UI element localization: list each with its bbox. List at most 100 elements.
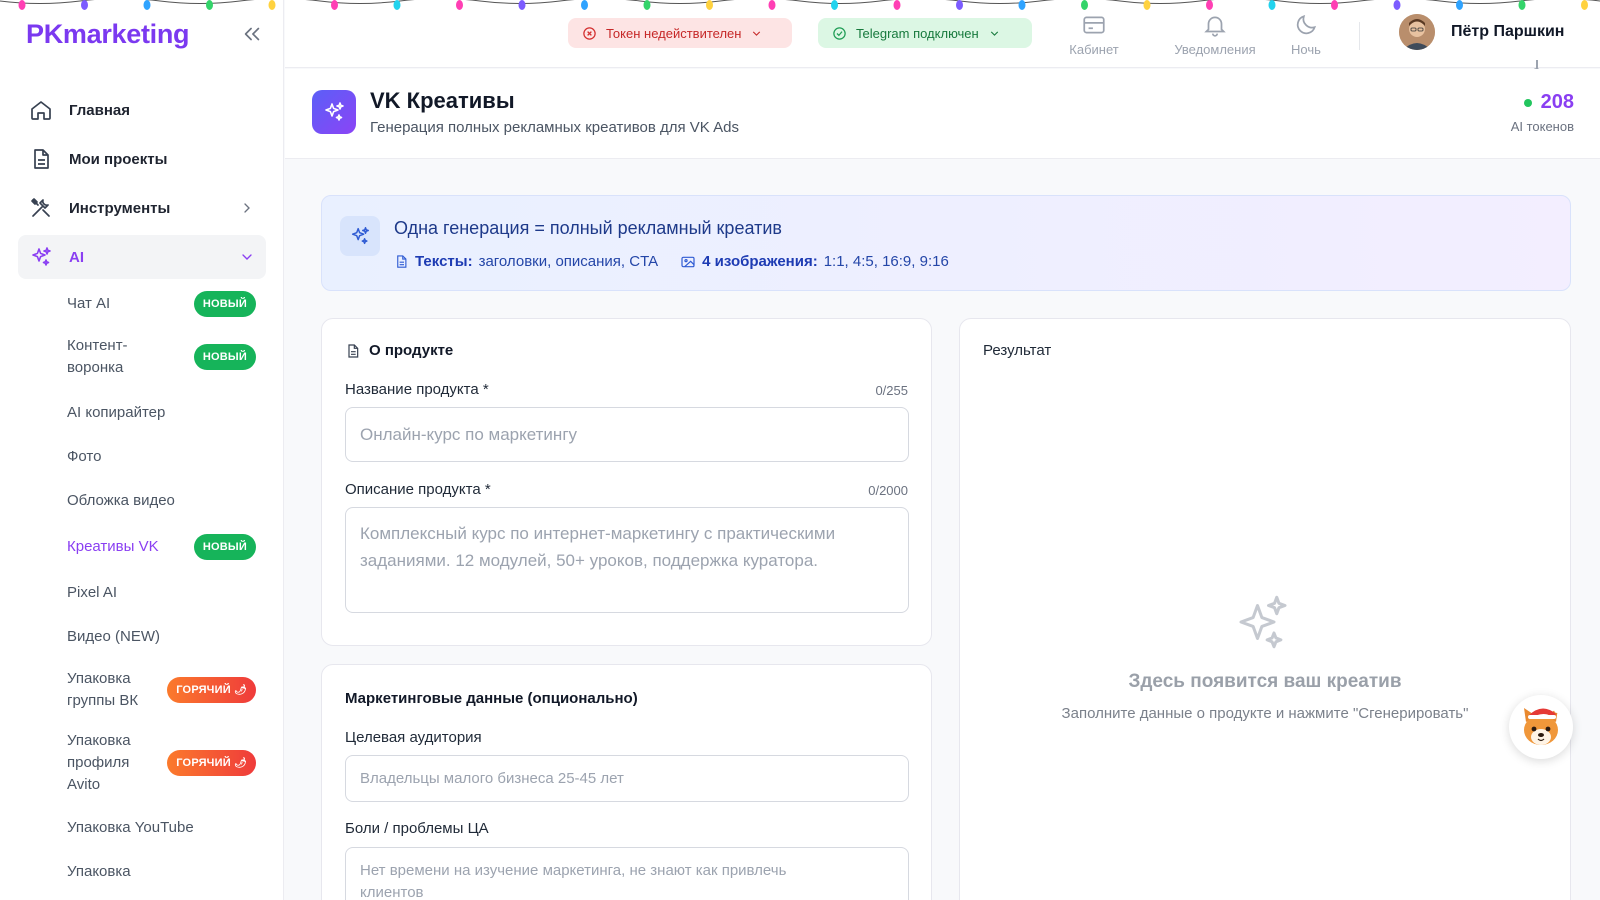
status-dot	[1523, 98, 1532, 107]
result-title: Результат	[983, 342, 1052, 359]
logo[interactable]: PKmarketing	[26, 19, 190, 50]
top-bar: Токен недействителен Telegram подключен …	[285, 0, 1600, 68]
double-chevron-left-icon	[244, 27, 260, 41]
nav-item-tools[interactable]: Инструменты	[18, 186, 266, 230]
nav-item-projects[interactable]: Мои проекты	[18, 137, 266, 181]
nav-item-label: Инструменты	[69, 199, 171, 217]
bell-icon	[1204, 16, 1226, 37]
sparkles-icon	[340, 216, 380, 256]
product-description-textarea[interactable]: Комплексный курс по интернет-маркетингу …	[345, 507, 909, 613]
ai-submenu: Чат AI НОВЫЙ Контент- воронка НОВЫЙ AI к…	[18, 285, 266, 891]
document-icon	[397, 255, 407, 268]
pains-textarea[interactable]: Нет времени на изучение маркетинга, не з…	[345, 847, 909, 900]
chevron-down-icon	[990, 30, 998, 36]
x-circle-icon	[583, 26, 596, 40]
notifications-label: Уведомления	[1174, 42, 1256, 57]
sidebar-item-pixel-ai[interactable]: Pixel AI	[67, 574, 256, 612]
sidebar-item-chat-ai[interactable]: Чат AI НОВЫЙ	[67, 285, 256, 323]
sidebar-item-content-funnel[interactable]: Контент- воронка НОВЫЙ	[67, 330, 256, 384]
product-description-placeholder: Комплексный курс по интернет-маркетингу …	[360, 524, 836, 570]
tokens-value: 208	[1540, 91, 1574, 113]
notifications-button[interactable]: Уведомления	[1159, 12, 1271, 57]
sidebar-item-vk-creatives[interactable]: Креативы VK НОВЫЙ	[67, 528, 256, 566]
nav-item-label: Главная	[69, 101, 131, 119]
banner-title: Одна генерация = полный рекламный креати…	[394, 218, 782, 238]
image-icon	[681, 256, 695, 267]
sidebar-item-avito-pack[interactable]: Упаковка профиля Avito ГОРЯЧИЙ 🌶	[67, 725, 256, 801]
product-description-label: Описание продукта *	[345, 481, 491, 498]
pains-placeholder: Нет времени на изучение маркетинга, не з…	[360, 862, 787, 900]
sidebar-item-label: Упаковка группы ВК	[67, 670, 139, 709]
product-card: О продукте Название продукта * 0/255 Онл…	[321, 318, 932, 646]
empty-state: Здесь появится ваш креатив Заполните дан…	[960, 671, 1570, 722]
result-card: Результат Здесь появится ваш креатив Зап…	[959, 318, 1571, 900]
night-label: Ночь	[1291, 42, 1321, 57]
new-badge: НОВЫЙ	[193, 344, 256, 370]
telegram-status-dropdown[interactable]: Telegram подключен	[818, 18, 1032, 48]
sidebar-item-video-new[interactable]: Видео (NEW)	[67, 618, 256, 656]
chevron-right-icon	[238, 199, 256, 217]
home-icon	[28, 97, 54, 123]
sidebar-item-label: Обложка видео	[67, 492, 175, 509]
token-status-label: Токен недействителен	[606, 25, 742, 41]
night-mode-toggle[interactable]: Ночь	[1271, 12, 1341, 57]
token-status-dropdown[interactable]: Токен недействителен	[568, 18, 792, 48]
check-circle-icon	[833, 26, 846, 40]
user-menu[interactable]: Пётр Паршкин	[1399, 14, 1564, 50]
nav-item-label: Мои проекты	[69, 150, 168, 168]
audience-input[interactable]: Владельцы малого бизнеса 25-45 лет	[345, 755, 909, 802]
sidebar-item-video-cover[interactable]: Обложка видео	[67, 482, 256, 520]
pains-label: Боли / проблемы ЦА	[345, 820, 489, 837]
sidebar-item-pack[interactable]: Упаковка	[67, 853, 256, 891]
tools-icon	[28, 195, 54, 221]
sidebar-item-youtube-pack[interactable]: Упаковка YouTube	[67, 809, 256, 847]
cabinet-button[interactable]: Кабинет	[1051, 12, 1137, 57]
sparkles-icon	[28, 244, 54, 270]
chevron-down-icon	[238, 248, 256, 266]
texts-value: заголовки, описания, CTA	[478, 253, 659, 270]
corgi-mascot-icon	[1524, 707, 1560, 745]
divider	[1359, 22, 1360, 50]
sidebar-item-ai-copywriter[interactable]: AI копирайтер	[67, 394, 256, 432]
page-title: VK Креативы	[370, 88, 515, 113]
images-label: 4 изображения:	[702, 253, 818, 270]
sidebar-item-label: Креативы VK	[67, 538, 159, 555]
hot-badge-label: ГОРЯЧИЙ	[176, 757, 231, 769]
marketing-card-title: Маркетинговые данные (опционально)	[345, 690, 638, 707]
wallet-icon	[1083, 16, 1105, 34]
audience-placeholder: Владельцы малого бизнеса 25-45 лет	[360, 770, 624, 787]
tokens-label: AI токенов	[1510, 119, 1574, 134]
empty-state-title: Здесь появится ваш креатив	[1128, 671, 1402, 692]
sidebar: PKmarketing Главная Мои проекты Инструме…	[0, 0, 284, 900]
hot-badge: ГОРЯЧИЙ 🌶	[167, 750, 256, 776]
product-name-input[interactable]: Онлайн-курс по маркетингу	[345, 407, 909, 462]
audience-label: Целевая аудитория	[345, 729, 482, 746]
new-badge: НОВЫЙ	[193, 291, 256, 317]
hot-badge-label: ГОРЯЧИЙ	[176, 684, 231, 696]
sidebar-item-vk-group-pack[interactable]: Упаковка группы ВК ГОРЯЧИЙ 🌶	[67, 663, 256, 717]
sidebar-item-label: Упаковка YouTube	[67, 819, 194, 836]
moon-icon	[1296, 15, 1316, 35]
product-name-placeholder: Онлайн-курс по маркетингу	[360, 425, 578, 444]
user-name: Пётр Паршкин	[1451, 23, 1565, 40]
assistant-mascot-button[interactable]	[1509, 695, 1573, 759]
texts-label: Тексты:	[415, 253, 473, 270]
nav-item-home[interactable]: Главная	[18, 88, 266, 132]
sidebar-item-label: Фото	[67, 448, 102, 465]
sidebar-item-label: Упаковка профиля Avito	[67, 732, 131, 793]
avatar	[1399, 14, 1435, 50]
chili-icon: 🌶	[234, 757, 247, 769]
nav-item-label: AI	[69, 248, 84, 266]
page-subtitle: Генерация полных рекламных креативов для…	[370, 119, 739, 136]
sparkles-icon	[312, 90, 356, 134]
sidebar-item-label: Упаковка	[67, 863, 131, 880]
chili-icon: 🌶	[234, 684, 247, 696]
main-nav: Главная Мои проекты Инструменты AI Чат A…	[18, 88, 266, 891]
ai-tokens-counter: 208 AI токенов	[1511, 91, 1574, 134]
sidebar-item-label: Видео (NEW)	[67, 628, 160, 645]
collapse-sidebar-button[interactable]	[238, 20, 266, 48]
new-badge: НОВЫЙ	[193, 534, 256, 560]
banner-details: Тексты: заголовки, описания, CTA 4 изобр…	[394, 253, 949, 270]
nav-item-ai[interactable]: AI	[18, 235, 266, 279]
sidebar-item-photo[interactable]: Фото	[67, 438, 256, 476]
